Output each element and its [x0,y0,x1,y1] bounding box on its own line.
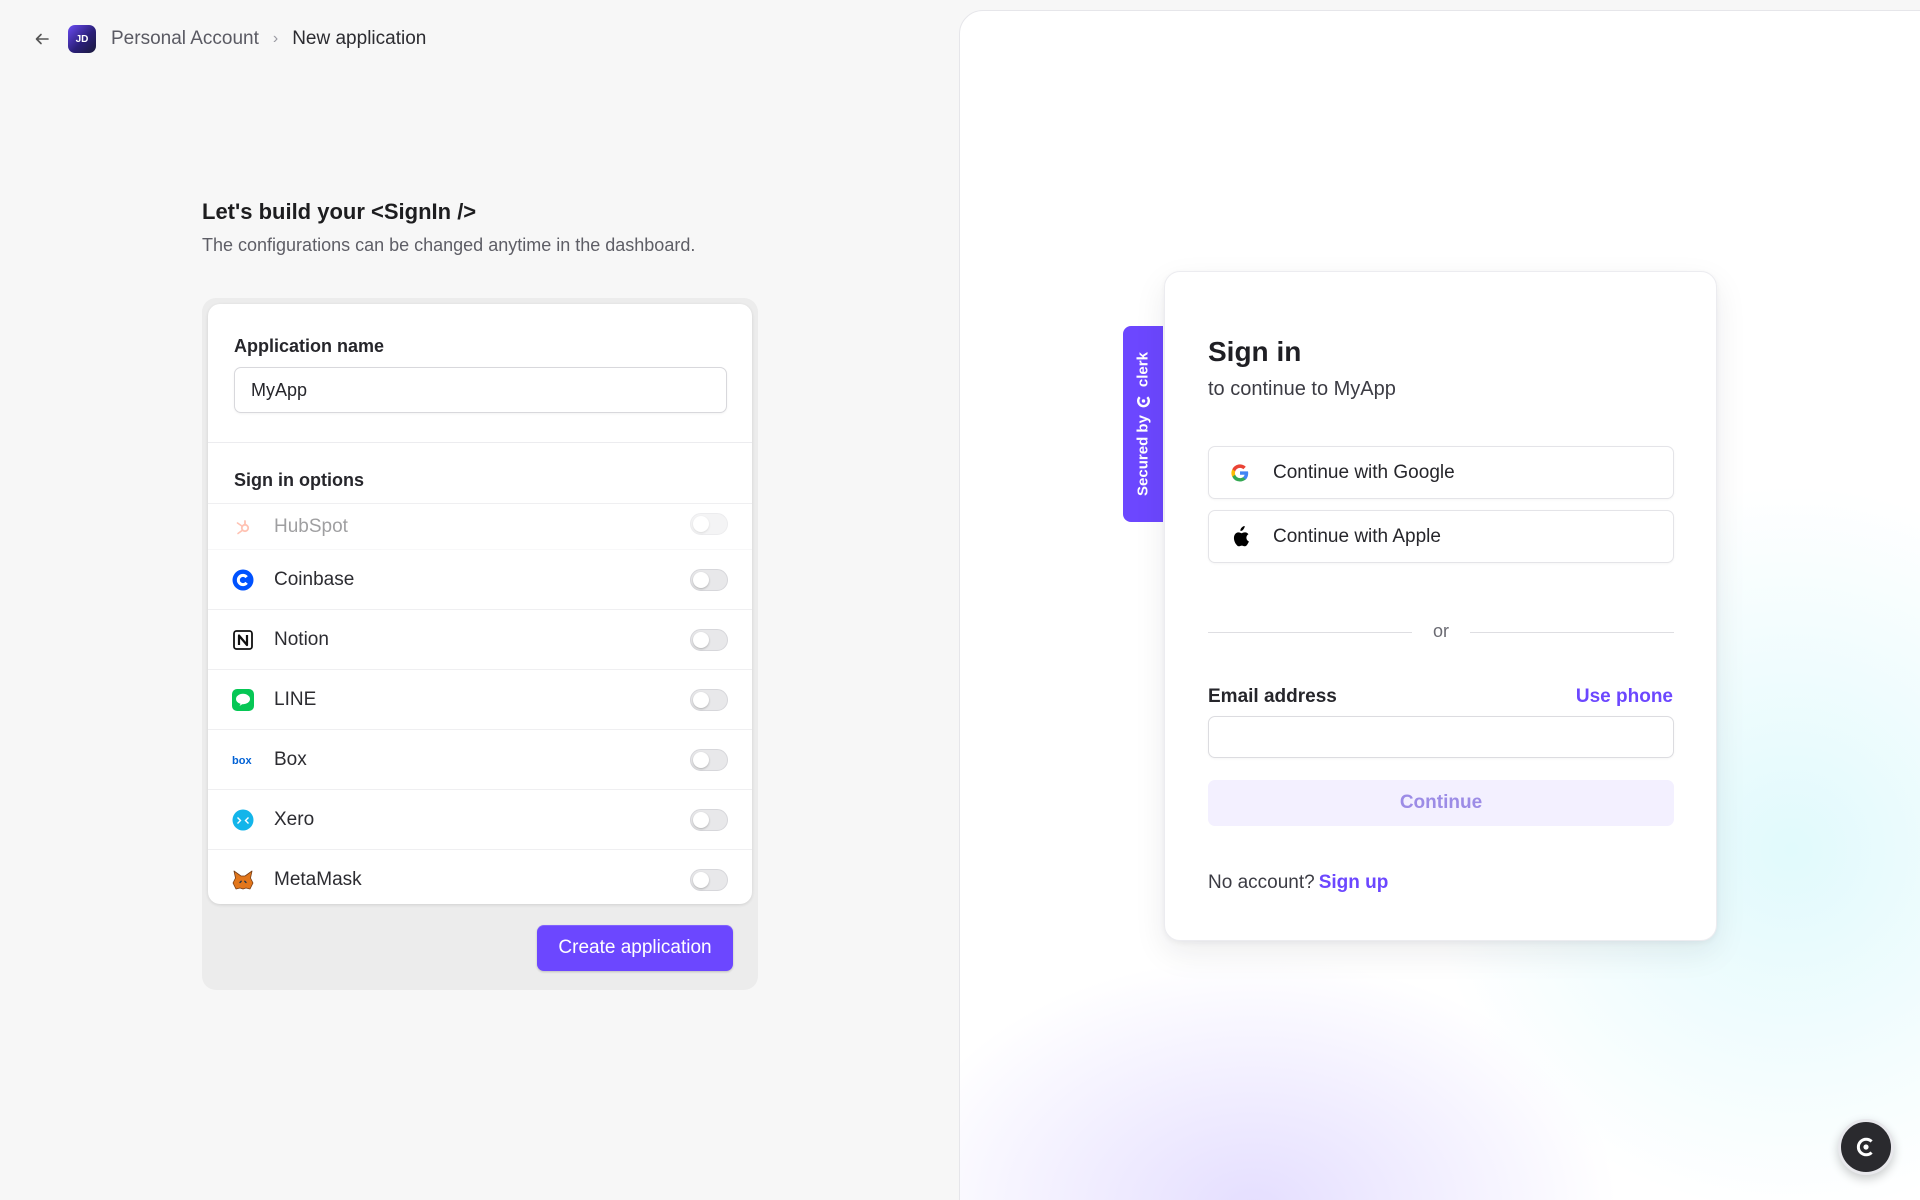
option-label-coinbase: Coinbase [274,568,355,590]
coinbase-icon [232,569,254,591]
toggle-knob [693,811,709,828]
continue-with-google-button[interactable]: Continue with Google [1208,446,1674,499]
apple-icon [1229,525,1251,548]
continue-with-apple-button[interactable]: Continue with Apple [1208,510,1674,563]
toggle-knob [693,571,709,588]
sign-in-preview-pane: Secured by clerk Sign in to continue to … [959,10,1920,1200]
svg-text:box: box [232,755,252,766]
application-name-input[interactable] [234,367,727,413]
breadcrumb-current: New application [292,28,427,49]
hubspot-icon [232,516,254,538]
breadcrumb: JD Personal Account › New application [30,22,426,56]
page-title: Let's build your <SignIn /> [202,199,477,224]
option-label-xero: Xero [274,808,315,830]
divider [208,442,752,443]
toggle-knob [693,872,709,888]
metamask-icon [232,869,254,891]
create-application-button[interactable]: Create application [537,925,733,971]
google-button-label: Continue with Google [1273,461,1455,483]
line-toggle[interactable] [690,688,728,711]
box-icon: box [232,749,254,771]
sign-in-options-list: HubSpot Coinbase Notion LINE box Box Xer… [208,504,752,904]
xero-icon [232,809,254,831]
email-address-input[interactable] [1208,716,1674,758]
box-toggle[interactable] [690,748,728,771]
coinbase-toggle[interactable] [690,568,728,591]
use-phone-link[interactable]: Use phone [1576,686,1673,708]
clerk-logo-icon [1856,1137,1873,1157]
toggle-knob [693,631,709,648]
clerk-help-button[interactable] [1838,1119,1894,1175]
option-label-metamask: MetaMask [274,869,362,890]
or-divider: or [1208,617,1674,647]
list-item: LINE [208,670,752,730]
sign-up-link[interactable]: Sign up [1319,872,1389,893]
breadcrumb-account-link[interactable]: Personal Account [111,28,259,50]
option-label-notion: Notion [274,628,329,650]
secured-by-clerk-badge[interactable]: Secured by clerk [1123,326,1163,522]
line-icon [232,688,254,711]
list-item: Xero [208,790,752,850]
notion-toggle[interactable] [690,628,728,651]
clerk-brand-text: clerk [1134,352,1152,388]
sign-in-card: Sign in to continue to MyApp Continue wi… [1164,271,1717,941]
divider-line [1470,632,1674,633]
google-icon [1229,462,1251,484]
chevron-right-icon: › [272,30,279,47]
secured-by-label: Secured by clerk [1135,352,1152,496]
list-item: Coinbase [208,550,752,610]
list-item: box Box [208,730,752,790]
clerk-logo-icon [1136,396,1150,408]
toggle-knob [693,515,709,532]
back-arrow-icon[interactable] [30,27,54,51]
sign-in-title: Sign in [1208,336,1302,367]
sign-in-subtitle: to continue to MyApp [1208,378,1396,400]
metamask-toggle[interactable] [690,869,728,891]
secured-by-text: Secured by [1134,415,1152,496]
list-item: HubSpot [208,504,752,550]
list-item: MetaMask [208,850,752,904]
no-account-text: No account? [1208,872,1315,893]
application-name-label: Application name [234,336,385,356]
continue-button[interactable]: Continue [1208,780,1674,826]
option-label-box: Box [274,748,307,770]
page-subtitle: The configurations can be changed anytim… [202,235,696,255]
toggle-knob [693,691,709,708]
notion-icon [232,629,254,651]
form-card: Application name Sign in options HubSpot… [208,304,752,904]
toggle-knob [693,751,709,768]
hubspot-toggle[interactable] [690,512,728,535]
application-form: Application name Sign in options HubSpot… [202,298,758,990]
email-address-label: Email address [1208,686,1337,707]
account-avatar[interactable]: JD [68,25,96,53]
no-account-row: No account? Sign up [1208,872,1388,894]
sign-in-options-heading: Sign in options [234,470,364,490]
option-label-hubspot: HubSpot [274,515,348,537]
xero-toggle[interactable] [690,808,728,831]
apple-button-label: Continue with Apple [1273,525,1441,547]
list-item: Notion [208,610,752,670]
option-label-line: LINE [274,688,317,710]
